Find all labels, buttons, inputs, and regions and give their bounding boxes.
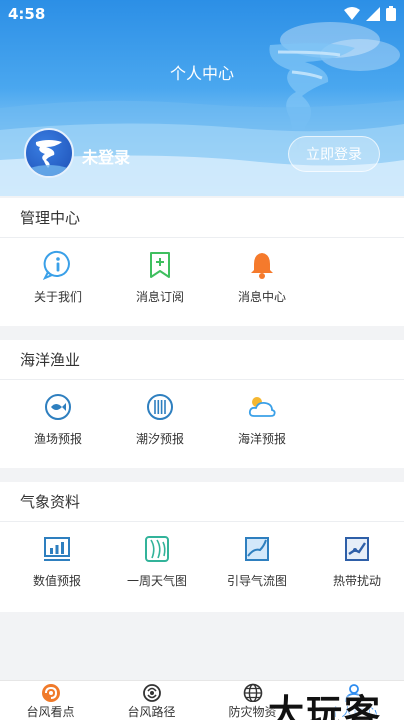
tab-typhoon-watch[interactable]: 台风看点 <box>0 681 101 720</box>
bell-icon <box>251 253 273 279</box>
status-time: 4:58 <box>8 5 46 23</box>
tab-label: 台风看点 <box>26 705 75 719</box>
menu-tropical-disturbance[interactable]: 热带扰动 <box>310 534 404 589</box>
weather-cloud-icon <box>248 397 276 417</box>
typhoon-watch-icon <box>41 684 60 702</box>
system-icons <box>344 6 396 21</box>
username: 未登录 <box>82 148 131 167</box>
typhoon-path-icon <box>142 684 161 702</box>
tide-icon <box>147 394 173 420</box>
wifi-icon <box>344 6 360 20</box>
menu-fishery-forecast[interactable]: 渔场预报 <box>10 392 106 447</box>
menu-numerical-forecast[interactable]: 数值预报 <box>10 534 104 589</box>
menu-label: 一周天气图 <box>126 574 187 588</box>
battery-icon <box>386 6 396 21</box>
section-title: 管理中心 <box>0 198 404 238</box>
section-meteorological-data: 气象资料 数值预报 一周天气图 引导气流图 热带扰动 <box>0 482 404 612</box>
menu-label: 消息中心 <box>237 290 286 304</box>
menu-label: 数值预报 <box>32 574 81 588</box>
menu-message-center[interactable]: 消息中心 <box>214 250 310 305</box>
tab-label: 台风路径 <box>127 705 176 719</box>
menu-subscribe[interactable]: 消息订阅 <box>112 250 208 305</box>
menu-label: 关于我们 <box>33 290 82 304</box>
menu-ocean-forecast[interactable]: 海洋预报 <box>214 392 310 447</box>
signal-icon <box>366 6 380 21</box>
subscribe-icon <box>150 252 170 278</box>
menu-label: 热带扰动 <box>332 574 381 588</box>
globe-icon <box>243 683 262 702</box>
menu-steering-flow-map[interactable]: 引导气流图 <box>210 534 304 589</box>
tropical-icon <box>345 537 369 561</box>
chart-icon <box>44 537 70 561</box>
info-icon <box>43 250 70 280</box>
section-title: 海洋渔业 <box>0 340 404 380</box>
fish-icon <box>45 394 71 420</box>
watermark: 大玩客 <box>268 693 383 720</box>
tab-typhoon-path[interactable]: 台风路径 <box>101 681 202 720</box>
menu-weekly-weather-map[interactable]: 一周天气图 <box>110 534 204 589</box>
menu-about-us[interactable]: 关于我们 <box>10 250 106 305</box>
weather-map-icon <box>145 536 169 562</box>
section-management: 管理中心 关于我们 消息订阅 消息中心 <box>0 198 404 326</box>
status-bar: 4:58 <box>0 0 404 28</box>
airflow-icon <box>245 537 269 561</box>
typhoon-avatar-icon <box>30 140 68 176</box>
avatar[interactable] <box>24 128 74 178</box>
menu-label: 消息订阅 <box>135 290 184 304</box>
login-button[interactable]: 立即登录 <box>288 136 380 172</box>
page-title: 个人中心 <box>169 64 234 83</box>
menu-label: 引导气流图 <box>226 574 287 588</box>
menu-label: 海洋预报 <box>237 432 286 446</box>
section-title: 气象资料 <box>0 482 404 522</box>
menu-label: 渔场预报 <box>33 432 82 446</box>
profile-header: 4:58 个人中心 未登录 立即登录 <box>0 0 404 196</box>
menu-label: 潮汐预报 <box>135 432 184 446</box>
menu-tide-forecast[interactable]: 潮汐预报 <box>112 392 208 447</box>
section-marine-fishery: 海洋渔业 渔场预报 潮汐预报 海洋预报 <box>0 340 404 468</box>
